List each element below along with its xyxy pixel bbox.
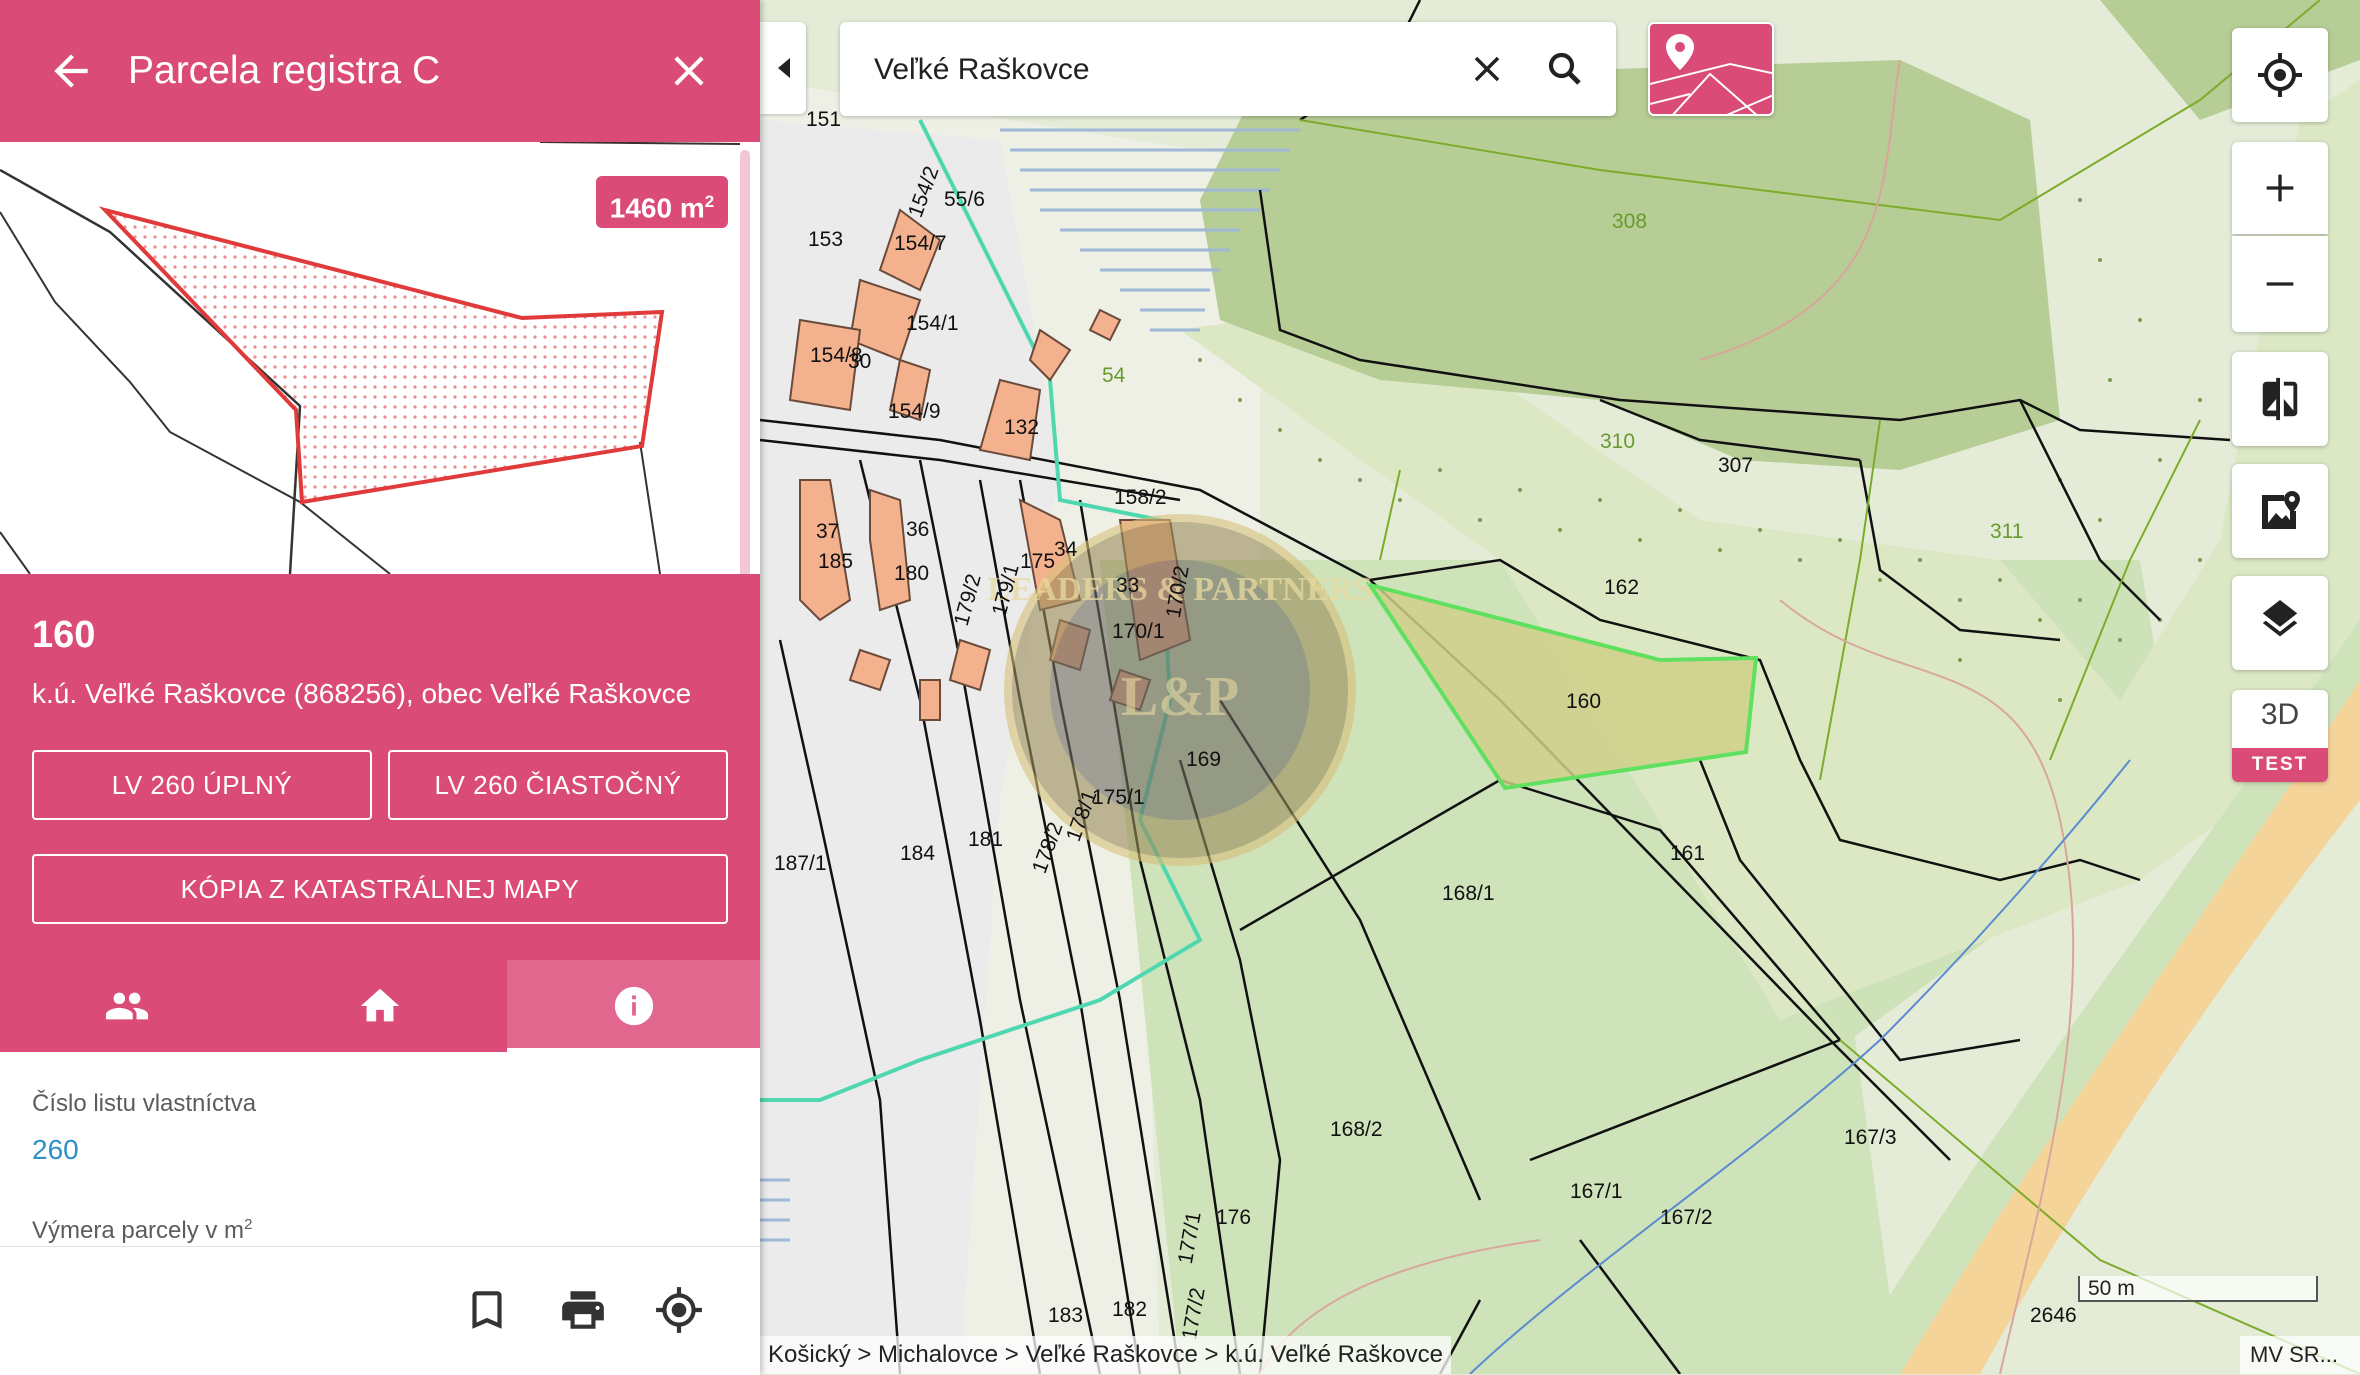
geoportal-button[interactable] [2232, 464, 2328, 558]
search-bar [840, 22, 1616, 116]
parcel-label: 154/1 [906, 312, 959, 335]
parcel-panel: Parcela registra C 1460 m2 160 k.ú. Veľk… [0, 0, 760, 1375]
panel-tabs [0, 960, 760, 1052]
parcel-label: 182 [1112, 1298, 1148, 1321]
parcel-label: 36 [906, 518, 930, 541]
panel-header: Parcela registra C [0, 0, 760, 142]
parcel-label: 168/2 [1330, 1118, 1383, 1141]
parcel-label: 167/3 [1844, 1126, 1897, 1149]
tab-owners[interactable] [0, 960, 253, 1052]
bookmark-icon[interactable] [462, 1285, 512, 1335]
parcel-label: 161 [1670, 842, 1706, 865]
panel-collapse-button[interactable] [760, 22, 806, 114]
ownership-sheet-label: Číslo listu vlastníctva [32, 1090, 257, 1117]
parcel-label: 308 [1612, 210, 1648, 233]
lv-full-button[interactable]: LV 260 ÚPLNÝ [32, 750, 372, 820]
parcel-label: 2646 [2030, 1304, 2077, 1327]
print-icon[interactable] [558, 1285, 608, 1335]
parcel-number: 160 [32, 614, 96, 656]
gps-icon [2258, 53, 2302, 97]
attribution[interactable]: MV SR... [2240, 1336, 2360, 1374]
parcel-label: 162 [1604, 576, 1640, 599]
lv-partial-button[interactable]: LV 260 ČIASTOČNÝ [388, 750, 728, 820]
search-icon[interactable] [1544, 48, 1586, 90]
locate-parcel-icon[interactable] [654, 1285, 704, 1335]
parcel-label: 33 [1116, 574, 1140, 597]
parcel-label: 176 [1216, 1206, 1252, 1229]
parcel-label: 180 [894, 562, 930, 585]
parcel-label: 307 [1718, 454, 1754, 477]
area-badge: 1460 m2 [596, 176, 728, 228]
zoom-out-button[interactable] [2232, 236, 2328, 332]
parcel-area-label-text: Výmera parcely v m [32, 1217, 245, 1244]
cadastre-map-icon [1650, 34, 1772, 114]
parcel-label: 181 [968, 828, 1004, 851]
parcel-label: 30 [848, 350, 872, 373]
parcel-label: 154/7 [894, 232, 947, 255]
parcel-label: 151 [806, 108, 842, 131]
gps-button[interactable] [2232, 28, 2328, 122]
parcel-label: 187/1 [774, 852, 827, 875]
compare-button[interactable] [2232, 352, 2328, 446]
area-value: 1460 m [609, 192, 705, 224]
scale-label: 50 m [2088, 1277, 2135, 1300]
parcel-label: 167/1 [1570, 1180, 1623, 1203]
parcel-label: 170/1 [1112, 620, 1165, 643]
breadcrumb[interactable]: Košický > Michalovce > Veľké Raškovce > … [760, 1336, 1451, 1374]
parcel-label: 54 [1102, 364, 1126, 387]
3d-label: 3D [2260, 698, 2300, 731]
owners-icon [105, 992, 148, 1020]
parcel-label: 184 [900, 842, 936, 865]
area-unit-sup: 2 [704, 192, 715, 211]
parcel-area-label-sup: 2 [244, 1216, 253, 1233]
parcel-area-label: Výmera parcely v m2 [32, 1216, 252, 1245]
parcel-label: 168/1 [1442, 882, 1495, 905]
panel-title: Parcela registra C [128, 49, 441, 92]
clear-icon[interactable] [1466, 48, 1508, 90]
zoom-in-icon [2266, 174, 2294, 202]
parcel-location: k.ú. Veľké Raškovce (868256), obec Veľké… [32, 678, 692, 709]
zoom-in-button[interactable] [2232, 142, 2328, 234]
close-icon[interactable] [664, 46, 714, 96]
cadastre-layer-button[interactable] [1648, 22, 1774, 116]
search-input[interactable] [872, 44, 1436, 96]
3d-button[interactable]: 3D TEST [2232, 690, 2328, 782]
active-tab-indicator [507, 1048, 760, 1052]
parcel-info: 160 k.ú. Veľké Raškovce (868256), obec V… [0, 574, 760, 1052]
layers-button[interactable] [2232, 576, 2328, 670]
parcel-label: 154/9 [888, 400, 941, 423]
zoom-out-icon [2266, 282, 2294, 286]
parcel-label: 185 [818, 550, 854, 573]
scale-bar: 50 m [2078, 1276, 2324, 1306]
geoportal-icon [2262, 491, 2300, 529]
parcel-label: 183 [1048, 1304, 1084, 1327]
parcel-label: 132 [1004, 416, 1040, 439]
parcel-label: 169 [1186, 748, 1222, 771]
parcel-label: 175 [1020, 550, 1056, 573]
parcel-label: 310 [1600, 430, 1636, 453]
parcel-label: 34 [1054, 538, 1078, 561]
parcel-label: 167/2 [1660, 1206, 1713, 1229]
building-icon [360, 988, 399, 1022]
compare-icon [2262, 377, 2298, 421]
panel-bottom-bar [0, 1246, 760, 1375]
tab-info[interactable] [507, 960, 760, 1052]
parcel-label: 311 [1990, 520, 2024, 543]
parcel-label: 158/2 [1114, 486, 1167, 509]
test-badge: TEST [2232, 748, 2328, 782]
watermark-mono: L&P [1121, 666, 1239, 728]
parcel-label: 160 [1566, 690, 1602, 713]
caret-left-icon [778, 58, 790, 78]
ownership-sheet-value[interactable]: 260 [32, 1134, 79, 1166]
layers-icon [2262, 600, 2298, 637]
info-icon [614, 986, 653, 1026]
parcel-label: 153 [808, 228, 844, 251]
parcel-label: 55/6 [944, 188, 985, 211]
map-copy-button[interactable]: KÓPIA Z KATASTRÁLNEJ MAPY [32, 854, 728, 924]
back-arrow-icon[interactable] [46, 46, 96, 96]
tab-building[interactable] [253, 960, 506, 1052]
parcel-label: 37 [816, 520, 840, 543]
